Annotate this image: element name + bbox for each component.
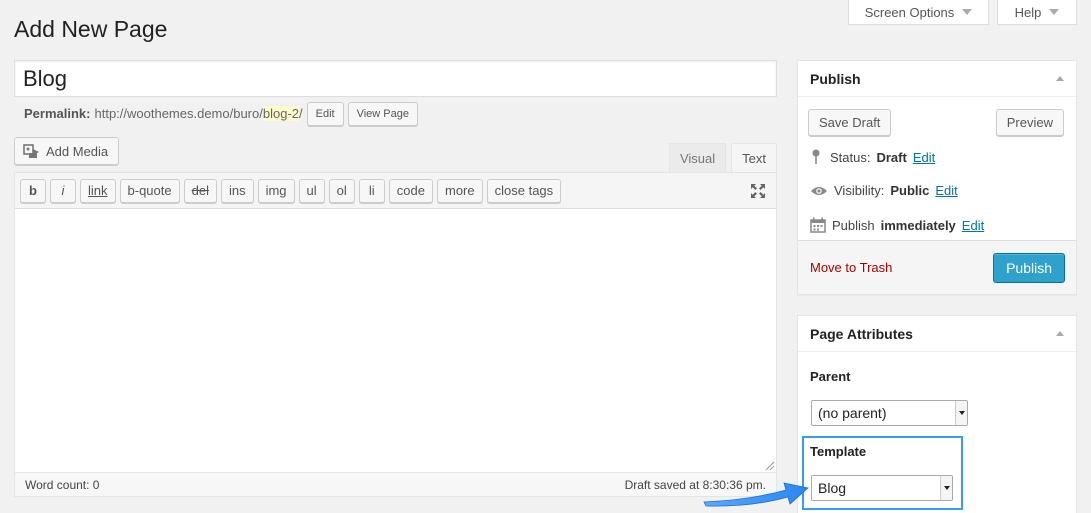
collapse-icon[interactable] [1056, 331, 1064, 336]
move-to-trash-link[interactable]: Move to Trash [810, 260, 892, 275]
parent-select[interactable]: (no parent) [811, 400, 968, 426]
save-draft-button[interactable]: Save Draft [808, 109, 892, 136]
qt-blockquote-button[interactable]: b-quote [119, 178, 180, 203]
word-count: Word count: 0 [25, 477, 100, 492]
permalink-base: http://woothemes.demo/buro/ [94, 106, 263, 121]
eye-icon [811, 186, 827, 195]
pin-icon [812, 149, 820, 164]
screen-options-button[interactable]: Screen Options [848, 0, 989, 25]
publish-box-title: Publish [810, 70, 861, 87]
permalink-label: Permalink: [24, 106, 91, 121]
screen-meta-links: Screen Options Help [848, 0, 1077, 25]
qt-ins-button[interactable]: ins [220, 178, 254, 203]
publish-when-label: Publish [832, 217, 875, 233]
edit-permalink-button[interactable]: Edit [306, 101, 344, 126]
tab-text[interactable]: Text [731, 143, 777, 172]
permalink-trailing: / [299, 106, 303, 121]
qt-more-button[interactable]: more [437, 178, 483, 203]
screen-options-label: Screen Options [864, 4, 955, 20]
tab-visual[interactable]: Visual [668, 143, 727, 172]
collapse-icon[interactable] [1056, 76, 1064, 81]
parent-select-value: (no parent) [818, 405, 887, 421]
visibility-value: Public [890, 183, 930, 198]
view-page-button[interactable]: View Page [347, 101, 418, 126]
page-attributes-header[interactable]: Page Attributes [798, 316, 1076, 352]
parent-label: Parent [810, 369, 851, 384]
title-input-value: Blog [23, 65, 68, 91]
editor-tabs: Visual Text [668, 143, 777, 172]
qt-link-button[interactable]: link [80, 178, 116, 203]
status-value: Draft [876, 149, 907, 165]
status-row: Status: Draft Edit [810, 149, 935, 165]
qt-bold-button[interactable]: b [20, 178, 46, 203]
status-label: Status: [830, 149, 871, 165]
visibility-row: Visibility: Public Edit [810, 183, 958, 198]
qt-img-button[interactable]: img [257, 178, 295, 203]
dropdown-arrow-icon [955, 401, 967, 425]
qt-close-tags-button[interactable]: close tags [486, 178, 562, 203]
permalink-row: Permalink: http://woothemes.demo/buro/ b… [24, 101, 418, 126]
publish-button[interactable]: Publish [993, 252, 1065, 283]
publish-when-value: immediately [880, 217, 956, 233]
chevron-down-icon [1049, 9, 1060, 15]
qt-code-button[interactable]: code [388, 178, 433, 203]
publish-box-header[interactable]: Publish [798, 61, 1076, 97]
title-input[interactable]: Blog [14, 60, 777, 97]
template-highlight-box [802, 436, 963, 510]
qt-del-button[interactable]: del [183, 178, 217, 203]
calendar-icon [810, 217, 826, 233]
fullscreen-icon[interactable] [750, 183, 766, 199]
qt-li-button[interactable]: li [358, 178, 385, 203]
qt-italic-button[interactable]: i [50, 178, 76, 203]
add-media-button[interactable]: Add Media [14, 137, 120, 165]
annotation-arrow-icon [703, 482, 809, 507]
edit-visibility-link[interactable]: Edit [935, 183, 957, 198]
edit-schedule-link[interactable]: Edit [962, 218, 984, 233]
schedule-row: Publish immediately Edit [810, 217, 984, 233]
page-attributes-title: Page Attributes [810, 325, 913, 342]
publish-major-actions: Move to Trash Publish [798, 240, 1076, 294]
content-editor: b i link b-quote del ins img ul ol li co… [14, 172, 777, 497]
publish-minor-actions: Save Draft Preview [808, 109, 1064, 136]
preview-button[interactable]: Preview [995, 109, 1064, 136]
help-button[interactable]: Help [997, 0, 1077, 25]
page-title: Add New Page [14, 16, 168, 42]
editor-status-bar: Word count: 0 Draft saved at 8:30:36 pm. [15, 472, 776, 496]
publish-box: Publish Save Draft Preview Status: Draft… [797, 60, 1077, 295]
qt-ol-button[interactable]: ol [328, 178, 355, 203]
add-media-label: Add Media [46, 143, 109, 159]
quicktags-toolbar: b i link b-quote del ins img ul ol li co… [15, 173, 776, 209]
chevron-down-icon [962, 9, 973, 15]
help-label: Help [1014, 4, 1042, 20]
media-icon [23, 144, 39, 158]
visibility-label: Visibility: [834, 183, 885, 198]
permalink-slug[interactable]: blog-2 [262, 106, 299, 121]
editor-textarea[interactable] [15, 209, 776, 473]
edit-status-link[interactable]: Edit [913, 150, 935, 165]
qt-ul-button[interactable]: ul [298, 178, 325, 203]
